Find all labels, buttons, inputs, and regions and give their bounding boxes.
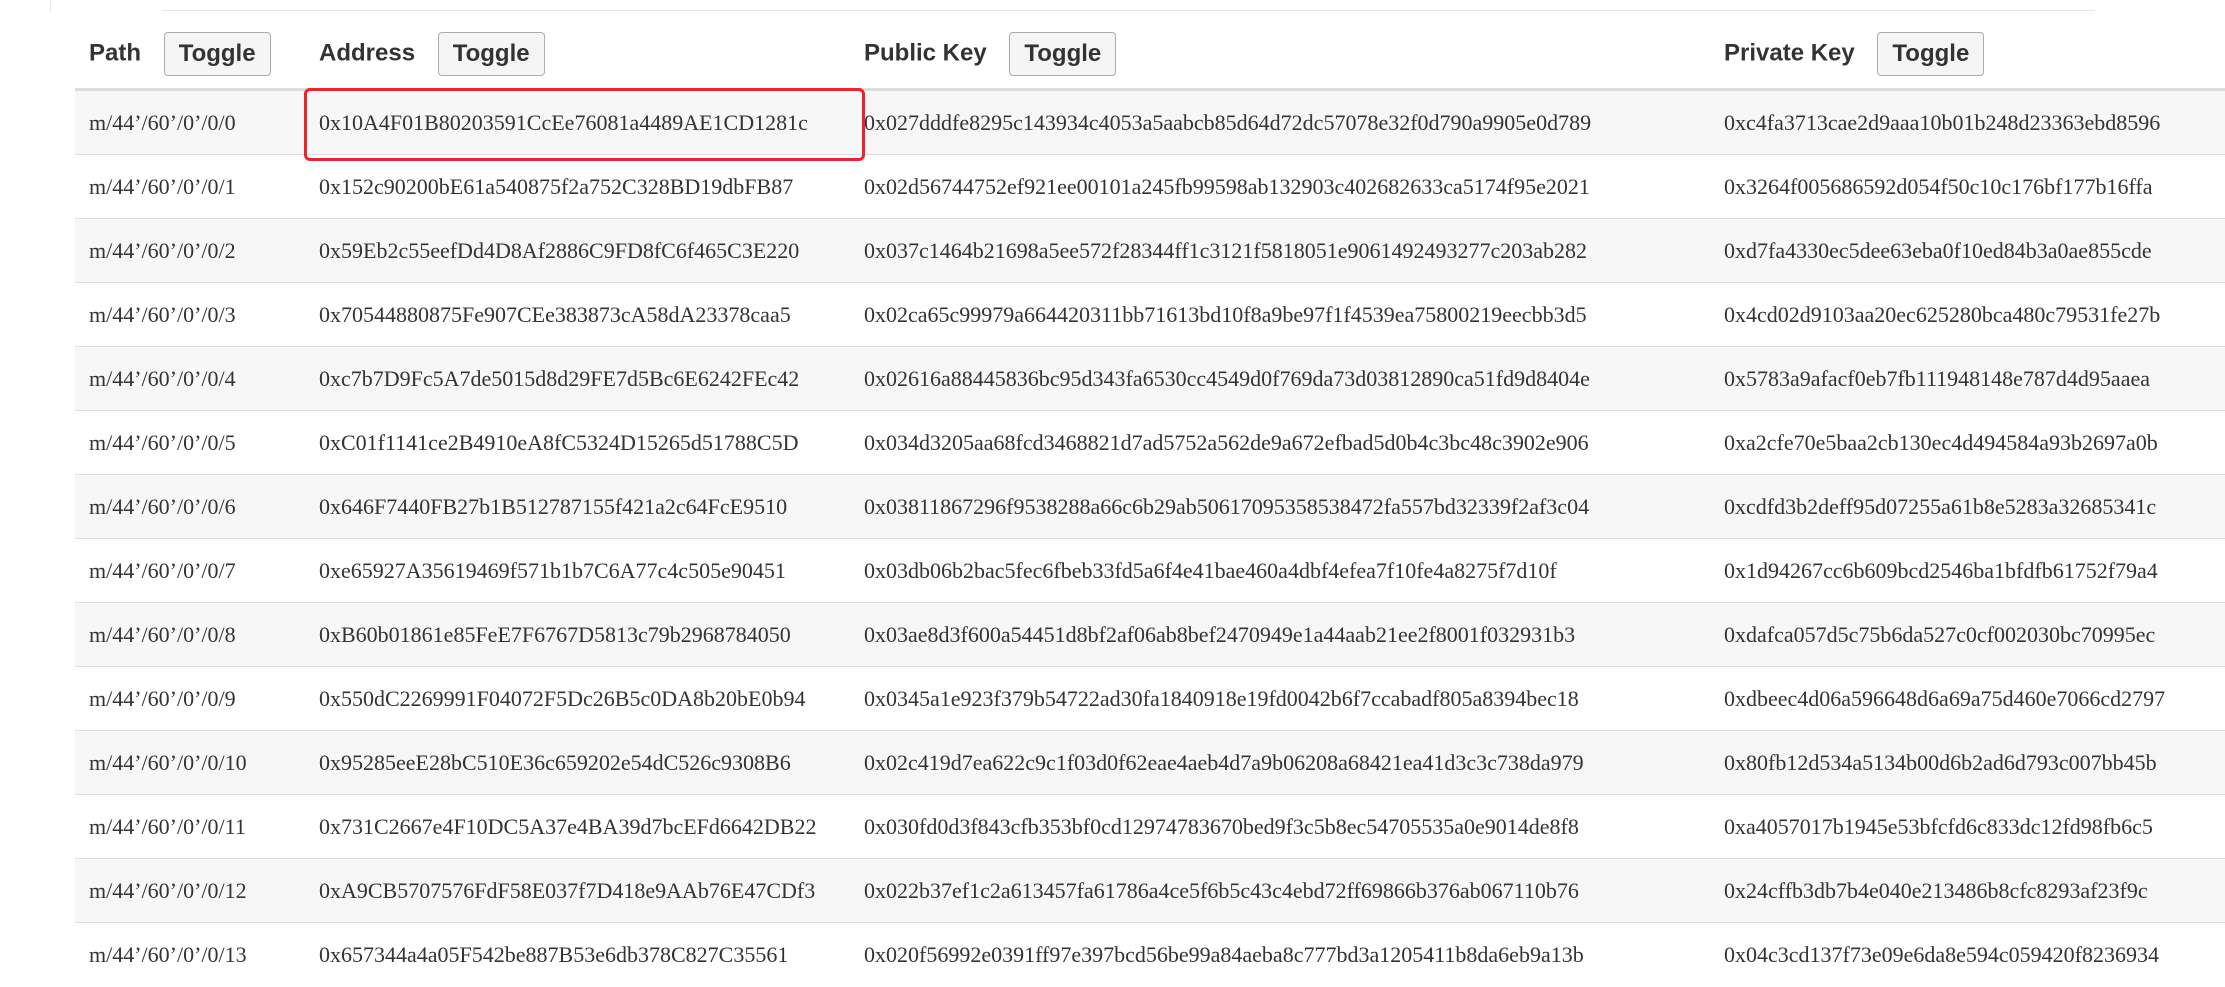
table-header: Path Toggle Address Toggle Public Key To… <box>75 20 2225 91</box>
address-cell[interactable]: 0xA9CB5707576FdF58E037f7D418e9AAb76E47CD… <box>305 858 850 923</box>
table-row: m/44’/60’/0’/0/10 0x95285eeE28bC510E36c65… <box>75 730 2225 795</box>
public-key-cell[interactable]: 0x020f56992e0391ff97e397bcd56be99a84aeba… <box>850 922 1710 986</box>
public-key-cell[interactable]: 0x027dddfe8295c143934c4053a5aabcb85d64d7… <box>850 89 1710 155</box>
address-cell[interactable]: 0xe65927A35619469f571b1b7C6A77c4c505e904… <box>305 538 850 603</box>
path-cell[interactable]: m/44’/60’/0’/0/4 <box>75 346 305 411</box>
toggle-private-key-button[interactable]: Toggle <box>1877 32 1985 76</box>
private-key-cell[interactable]: 0xa4057017b1945e53bfcfd6c833dc12fd98fb6c… <box>1710 794 2225 859</box>
path-cell[interactable]: m/44’/60’/0’/0/0 <box>75 89 305 155</box>
public-key-cell[interactable]: 0x03ae8d3f600a54451d8bf2af06ab8bef247094… <box>850 602 1710 667</box>
private-key-cell[interactable]: 0x24cffb3db7b4e040e213486b8cfc8293af23f9… <box>1710 858 2225 923</box>
path-cell[interactable]: m/44’/60’/0’/0/7 <box>75 538 305 603</box>
derived-addresses-table: Path Toggle Address Toggle Public Key To… <box>75 20 2225 986</box>
private-key-cell[interactable]: 0xdafca057d5c75b6da527c0cf002030bc70995e… <box>1710 602 2225 667</box>
path-cell[interactable]: m/44’/60’/0’/0/9 <box>75 666 305 731</box>
toggle-address-button[interactable]: Toggle <box>437 32 545 76</box>
path-cell[interactable]: m/44’/60’/0’/0/11 <box>75 794 305 859</box>
public-key-header-label: Public Key <box>864 39 987 67</box>
address-cell[interactable]: 0x70544880875Fe907CEe383873cA58dA23378ca… <box>305 282 850 347</box>
address-cell[interactable]: 0xB60b01861e85FeE7F6767D5813c79b29687840… <box>305 602 850 667</box>
table-row: m/44’/60’/0’/0/4 0xc7b7D9Fc5A7de5015d8d29… <box>75 346 2225 411</box>
table-row: m/44’/60’/0’/0/12 0xA9CB5707576FdF58E037f… <box>75 858 2225 923</box>
path-column-header: Path Toggle <box>75 20 305 91</box>
private-key-cell[interactable]: 0xdbeec4d06a596648d6a69a75d460e7066cd279… <box>1710 666 2225 731</box>
address-cell[interactable]: 0x59Eb2c55eefDd4D8Af2886C9FD8fC6f465C3E2… <box>305 218 850 283</box>
private-key-cell[interactable]: 0x5783a9afacf0eb7fb111948148e787d4d95aae… <box>1710 346 2225 411</box>
private-key-cell[interactable]: 0xcdfd3b2deff95d07255a61b8e5283a32685341… <box>1710 474 2225 539</box>
address-column-header: Address Toggle <box>305 20 850 91</box>
address-header-label: Address <box>319 39 416 67</box>
toggle-public-key-button[interactable]: Toggle <box>1009 32 1117 76</box>
table-row: m/44’/60’/0’/0/2 0x59Eb2c55eefDd4D8Af2886… <box>75 218 2225 283</box>
table-row: m/44’/60’/0’/0/11 0x731C2667e4F10DC5A37e4… <box>75 794 2225 859</box>
private-key-cell[interactable]: 0xa2cfe70e5baa2cb130ec4d494584a93b2697a0… <box>1710 410 2225 475</box>
table-body: m/44’/60’/0’/0/0 0x10A4F01B80203591CcEe76… <box>75 89 2225 986</box>
private-key-cell[interactable]: 0xd7fa4330ec5dee63eba0f10ed84b3a0ae855cd… <box>1710 218 2225 283</box>
toggle-path-button[interactable]: Toggle <box>163 32 271 76</box>
address-cell[interactable]: 0x152c90200bE61a540875f2a752C328BD19dbFB… <box>305 154 850 219</box>
private-key-cell[interactable]: 0x80fb12d534a5134b00d6b2ad6d793c007bb45b <box>1710 730 2225 795</box>
address-cell[interactable]: 0x646F7440FB27b1B512787155f421a2c64FcE95… <box>305 474 850 539</box>
public-key-cell[interactable]: 0x0345a1e923f379b54722ad30fa1840918e19fd… <box>850 666 1710 731</box>
public-key-cell[interactable]: 0x02c419d7ea622c9c1f03d0f62eae4aeb4d7a9b… <box>850 730 1710 795</box>
path-cell[interactable]: m/44’/60’/0’/0/8 <box>75 602 305 667</box>
private-key-column-header: Private Key Toggle <box>1710 20 2225 91</box>
public-key-cell[interactable]: 0x034d3205aa68fcd3468821d7ad5752a562de9a… <box>850 410 1710 475</box>
address-cell[interactable]: 0xC01f1141ce2B4910eA8fC5324D15265d51788C… <box>305 410 850 475</box>
header-row: Path Toggle Address Toggle Public Key To… <box>75 20 2225 91</box>
derived-addresses-table-container: Path Toggle Address Toggle Public Key To… <box>75 20 2225 986</box>
path-cell[interactable]: m/44’/60’/0’/0/3 <box>75 282 305 347</box>
path-cell[interactable]: m/44’/60’/0’/0/10 <box>75 730 305 795</box>
address-cell[interactable]: 0x550dC2269991F04072F5Dc26B5c0DA8b20bE0b… <box>305 666 850 731</box>
private-key-cell[interactable]: 0x1d94267cc6b609bcd2546ba1bfdfb61752f79a… <box>1710 538 2225 603</box>
path-cell[interactable]: m/44’/60’/0’/0/5 <box>75 410 305 475</box>
address-cell[interactable]: 0x731C2667e4F10DC5A37e4BA39d7bcEFd6642DB… <box>305 794 850 859</box>
public-key-cell[interactable]: 0x03811867296f9538288a66c6b29ab506170953… <box>850 474 1710 539</box>
table-row: m/44’/60’/0’/0/3 0x70544880875Fe907CEe383… <box>75 282 2225 347</box>
path-header-label: Path <box>89 39 142 67</box>
public-key-column-header: Public Key Toggle <box>850 20 1710 91</box>
private-key-cell[interactable]: 0xc4fa3713cae2d9aaa10b01b248d23363ebd859… <box>1710 89 2225 155</box>
public-key-cell[interactable]: 0x037c1464b21698a5ee572f28344ff1c3121f58… <box>850 218 1710 283</box>
path-cell[interactable]: m/44’/60’/0’/0/1 <box>75 154 305 219</box>
private-key-cell[interactable]: 0x04c3cd137f73e09e6da8e594c059420f823693… <box>1710 922 2225 986</box>
public-key-cell[interactable]: 0x03db06b2bac5fec6fbeb33fd5a6f4e41bae460… <box>850 538 1710 603</box>
table-row: m/44’/60’/0’/0/7 0xe65927A35619469f571b1b… <box>75 538 2225 603</box>
address-cell[interactable]: 0x95285eeE28bC510E36c659202e54dC526c9308… <box>305 730 850 795</box>
public-key-cell[interactable]: 0x02d56744752ef921ee00101a245fb99598ab13… <box>850 154 1710 219</box>
table-row: m/44’/60’/0’/0/9 0x550dC2269991F04072F5Dc… <box>75 666 2225 731</box>
path-cell[interactable]: m/44’/60’/0’/0/6 <box>75 474 305 539</box>
public-key-cell[interactable]: 0x02616a88445836bc95d343fa6530cc4549d0f7… <box>850 346 1710 411</box>
public-key-cell[interactable]: 0x02ca65c99979a664420311bb71613bd10f8a9b… <box>850 282 1710 347</box>
table-row: m/44’/60’/0’/0/6 0x646F7440FB27b1B5127871… <box>75 474 2225 539</box>
private-key-cell[interactable]: 0x4cd02d9103aa20ec625280bca480c79531fe27… <box>1710 282 2225 347</box>
address-cell[interactable]: 0xc7b7D9Fc5A7de5015d8d29FE7d5Bc6E6242FEc… <box>305 346 850 411</box>
private-key-cell[interactable]: 0x3264f005686592d054f50c10c176bf177b16ff… <box>1710 154 2225 219</box>
path-cell[interactable]: m/44’/60’/0’/0/12 <box>75 858 305 923</box>
path-cell[interactable]: m/44’/60’/0’/0/2 <box>75 218 305 283</box>
path-cell[interactable]: m/44’/60’/0’/0/13 <box>75 922 305 986</box>
top-divider <box>162 10 2095 11</box>
public-key-cell[interactable]: 0x030fd0d3f843cfb353bf0cd12974783670bed9… <box>850 794 1710 859</box>
public-key-cell[interactable]: 0x022b37ef1c2a613457fa61786a4ce5f6b5c43c… <box>850 858 1710 923</box>
private-key-header-label: Private Key <box>1724 39 1855 67</box>
address-cell[interactable]: 0x657344a4a05F542be887B53e6db378C827C355… <box>305 922 850 986</box>
address-cell[interactable]: 0x10A4F01B80203591CcEe76081a4489AE1CD128… <box>305 89 850 155</box>
table-row: m/44’/60’/0’/0/13 0x657344a4a05F542be887B… <box>75 922 2225 986</box>
table-row: m/44’/60’/0’/0/1 0x152c90200bE61a540875f2… <box>75 154 2225 219</box>
table-row: m/44’/60’/0’/0/0 0x10A4F01B80203591CcEe76… <box>75 89 2225 155</box>
container-edge <box>50 0 51 12</box>
table-row: m/44’/60’/0’/0/8 0xB60b01861e85FeE7F6767D… <box>75 602 2225 667</box>
table-row: m/44’/60’/0’/0/5 0xC01f1141ce2B4910eA8fC5… <box>75 410 2225 475</box>
